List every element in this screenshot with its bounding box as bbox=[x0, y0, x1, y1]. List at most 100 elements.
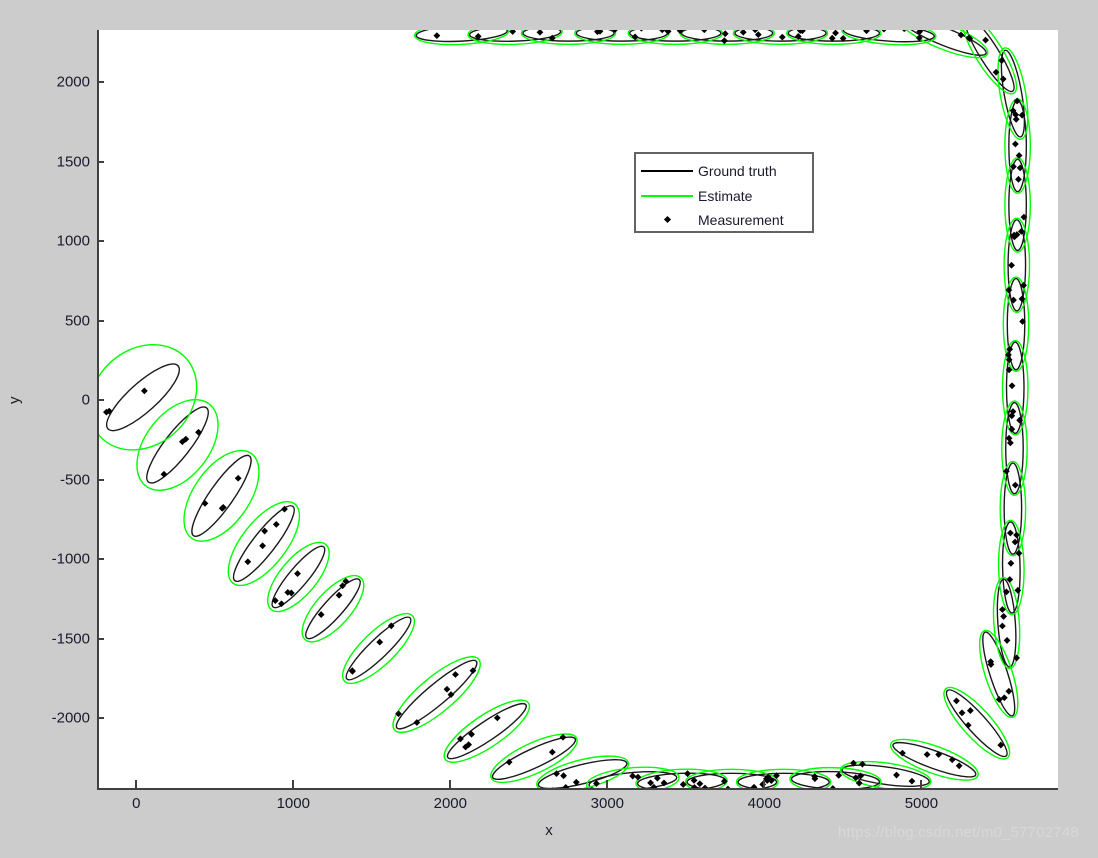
measurement-point bbox=[1006, 529, 1014, 537]
estimate-ellipse bbox=[889, 738, 979, 781]
measurement-point bbox=[701, 784, 709, 788]
ground-truth-ellipse bbox=[629, 30, 722, 42]
ground-truth-ellipse bbox=[345, 616, 412, 681]
x-tick-mark bbox=[292, 780, 295, 788]
estimate-ellipse bbox=[574, 30, 670, 46]
measurement-point bbox=[739, 30, 747, 36]
measurement-point bbox=[443, 685, 451, 693]
ground-truth-ellipse bbox=[491, 736, 577, 780]
ground-truth-ellipse bbox=[395, 659, 478, 730]
estimate-ellipse bbox=[301, 574, 365, 643]
measurement-point bbox=[923, 751, 931, 758]
x-tick-label: 5000 bbox=[904, 795, 939, 812]
measurement-point bbox=[832, 30, 839, 37]
legend-label-estimate: Estimate bbox=[698, 187, 753, 204]
measurement-point bbox=[259, 542, 266, 550]
measurement-point bbox=[721, 30, 729, 38]
measurement-point bbox=[701, 30, 708, 34]
ground-truth-ellipse bbox=[588, 771, 678, 788]
x-tick-label: 4000 bbox=[747, 795, 782, 812]
measurement-point bbox=[1008, 382, 1016, 390]
measurement-point bbox=[1012, 140, 1019, 148]
ground-truth-ellipse bbox=[105, 363, 180, 432]
measurement-point bbox=[562, 784, 570, 788]
measurement-point bbox=[629, 772, 637, 780]
y-tick-label: 500 bbox=[64, 312, 90, 330]
measurement-point bbox=[634, 773, 642, 781]
x-tick-label: 1000 bbox=[276, 795, 310, 812]
estimate-ellipses bbox=[99, 30, 1032, 788]
measurement-point bbox=[536, 30, 544, 36]
measurement-point bbox=[639, 30, 644, 32]
x-tick-label: 3000 bbox=[590, 795, 625, 812]
estimate-ellipse bbox=[841, 30, 937, 46]
x-tick-label: 0 bbox=[132, 795, 141, 812]
measurement-point bbox=[691, 784, 698, 788]
measurement-point bbox=[948, 756, 956, 764]
y-tick-label: -2000 bbox=[51, 709, 90, 727]
ground-truth-ellipse bbox=[146, 406, 209, 484]
measurement-point bbox=[1003, 637, 1011, 644]
x-tick-mark bbox=[763, 780, 766, 788]
measurement-point bbox=[317, 611, 325, 618]
estimate-ellipse bbox=[943, 686, 1011, 760]
legend-label-measurement: Measurement bbox=[698, 211, 784, 228]
y-tick-mark bbox=[97, 319, 104, 322]
legend-item-ground-truth: Ground truth bbox=[636, 157, 812, 184]
watermark: https://blog.csdn.net/m0_57702748 bbox=[838, 824, 1079, 841]
y-tick-label: -1500 bbox=[51, 630, 90, 648]
measurement-point bbox=[778, 33, 786, 41]
measurement-point bbox=[1014, 586, 1022, 594]
estimate-ellipse bbox=[183, 449, 260, 542]
y-tick-mark bbox=[97, 240, 104, 243]
measurement-point bbox=[893, 771, 900, 779]
measurement-point bbox=[1007, 559, 1015, 567]
ground-truth-ellipse bbox=[1003, 462, 1023, 555]
measurement-point bbox=[953, 697, 960, 705]
y-tick-mark bbox=[97, 399, 104, 402]
measurement-point bbox=[452, 671, 459, 678]
diamond-marker-icon bbox=[663, 215, 671, 224]
estimate-ellipse bbox=[627, 30, 724, 46]
measurement-point bbox=[659, 30, 666, 34]
measurement-point bbox=[696, 780, 704, 788]
measurement-point bbox=[433, 32, 441, 40]
measurement-point bbox=[829, 785, 836, 788]
y-axis-label: y bbox=[6, 396, 23, 405]
measurement-point bbox=[855, 779, 863, 787]
measurement-point bbox=[234, 474, 242, 482]
measurement-point bbox=[720, 37, 728, 45]
legend-label-ground-truth: Ground truth bbox=[698, 162, 777, 179]
measurement-point bbox=[935, 751, 943, 758]
measurement-point bbox=[376, 638, 384, 646]
y-tick-label: 2000 bbox=[56, 73, 90, 91]
ground-truth-ellipse bbox=[790, 770, 881, 788]
measurement-point bbox=[966, 707, 974, 714]
measurement-point bbox=[998, 622, 1006, 630]
y-tick-label: 0 bbox=[81, 391, 90, 409]
measurement-point bbox=[1011, 481, 1019, 489]
measurement-point bbox=[916, 30, 924, 36]
measurement-point bbox=[955, 762, 963, 770]
y-tick-label: 1000 bbox=[56, 232, 90, 250]
measurement-point bbox=[140, 387, 148, 395]
plot-area bbox=[97, 30, 1058, 790]
measurement-point bbox=[1015, 175, 1022, 183]
measurement-point bbox=[664, 30, 672, 35]
measurement-point bbox=[272, 520, 280, 528]
measurement-point bbox=[1000, 613, 1007, 620]
measurement-point bbox=[160, 470, 168, 478]
estimate-ellipse bbox=[227, 500, 301, 587]
matlab-figure: 2000 1500 1000 500 0 -500 -1000 -1500 -2000 0 100… bbox=[0, 0, 1098, 858]
trajectory-plot bbox=[99, 30, 1032, 788]
estimate-ellipse bbox=[443, 699, 531, 763]
y-tick-label: -1000 bbox=[51, 550, 90, 568]
ground-truth-ellipses bbox=[105, 30, 1028, 788]
legend-line-ground-truth bbox=[636, 169, 698, 172]
y-tick-mark bbox=[97, 637, 104, 640]
measurement-point bbox=[999, 75, 1007, 83]
measurement-point bbox=[335, 591, 343, 599]
measurement-point bbox=[863, 30, 870, 35]
legend: Ground truth Estimate Measurement bbox=[634, 152, 814, 233]
ground-truth-ellipse bbox=[575, 30, 669, 42]
